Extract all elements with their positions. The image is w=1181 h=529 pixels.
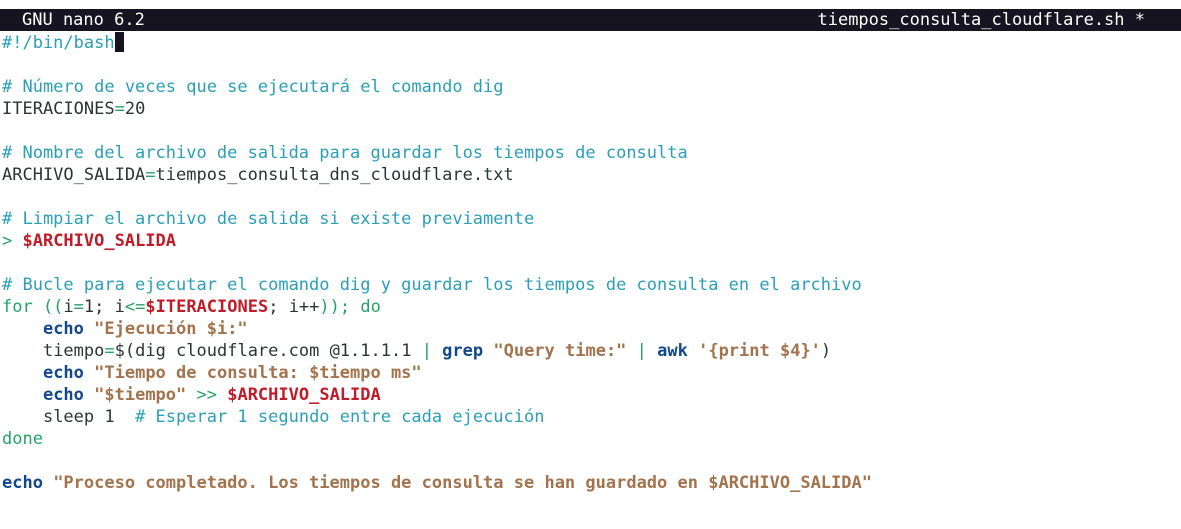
var-name: ARCHIVO_SALIDA: [2, 165, 146, 185]
comment-loop: # Bucle para ejecutar el comando dig y g…: [2, 275, 862, 295]
assign-op: =: [114, 99, 125, 119]
var-name: ITERACIONES: [2, 99, 115, 119]
string-literal: '{print $4}': [687, 341, 821, 361]
echo-keyword: echo: [42, 385, 84, 405]
code-line-16[interactable]: echo "Tiempo de consulta: $tiempo ms": [2, 362, 1181, 384]
code-line-5[interactable]: [2, 120, 1181, 142]
for-keyword: for ((: [2, 297, 64, 317]
compare-op: <=: [124, 297, 146, 317]
code-line-6[interactable]: # Nombre del archivo de salida para guar…: [2, 142, 1181, 164]
file-name: tiempos_consulta_cloudflare.sh *: [817, 10, 1145, 30]
text-cursor: [114, 32, 124, 52]
pipe-op: |: [626, 341, 658, 361]
echo-keyword: echo: [2, 473, 43, 493]
dig-command: dig cloudflare.com @1.1.1.1: [135, 341, 422, 361]
sleep-command: sleep 1: [42, 407, 136, 427]
semicolon: ;: [268, 297, 289, 317]
done-keyword: done: [2, 429, 43, 449]
code-line-19[interactable]: done: [2, 428, 1181, 450]
var-value: tiempos_consulta_dns_cloudflare.txt: [155, 165, 514, 185]
assign-op: =: [145, 165, 156, 185]
code-line-3[interactable]: # Número de veces que se ejecutará el co…: [2, 76, 1181, 98]
grep-keyword: grep: [442, 341, 484, 361]
append-redirect-op: >>: [186, 385, 228, 405]
echo-keyword: echo: [42, 363, 84, 383]
code-line-14[interactable]: echo "Ejecución $i:": [2, 318, 1181, 340]
code-line-20[interactable]: [2, 450, 1181, 472]
awk-keyword: awk: [657, 341, 688, 361]
code-line-17[interactable]: echo "$tiempo" >> $ARCHIVO_SALIDA: [2, 384, 1181, 406]
command-substitution-open: $(: [114, 341, 136, 361]
code-line-11[interactable]: [2, 252, 1181, 274]
code-line-13[interactable]: for ((i=1; i<=$ITERACIONES; i++)); do: [2, 296, 1181, 318]
var-reference: $ARCHIVO_SALIDA: [22, 231, 177, 251]
comment-clear-file: # Limpiar el archivo de salida si existe…: [2, 209, 535, 229]
code-line-1[interactable]: #!/bin/bash: [2, 32, 1181, 54]
var-reference: $ARCHIVO_SALIDA: [227, 385, 381, 405]
code-line-21[interactable]: echo "Proceso completado. Los tiempos de…: [2, 472, 1181, 494]
string-literal: "Tiempo de consulta: $tiempo ms": [83, 363, 422, 383]
comment-output-file: # Nombre del archivo de salida para guar…: [2, 143, 688, 163]
shebang: #!/bin/bash: [2, 33, 115, 53]
comment-iterations: # Número de veces que se ejecutará el co…: [2, 77, 504, 97]
loop-var: i: [114, 297, 125, 317]
code-line-7[interactable]: ARCHIVO_SALIDA=tiempos_consulta_dns_clou…: [2, 164, 1181, 186]
terminal-screen: GNU nano 6.2 tiempos_consulta_cloudflare…: [0, 0, 1181, 529]
code-line-15[interactable]: tiempo=$(dig cloudflare.com @1.1.1.1 | g…: [2, 340, 1181, 362]
code-line-8[interactable]: [2, 186, 1181, 208]
string-literal: "Proceso completado. Los tiempos de cons…: [42, 473, 872, 493]
loop-increment: i++: [288, 297, 320, 317]
command-substitution-close: ): [820, 341, 832, 361]
loop-var: i: [63, 297, 74, 317]
inline-comment: # Esperar 1 segundo entre cada ejecución: [135, 407, 545, 427]
nano-version: GNU nano 6.2: [22, 10, 145, 30]
loop-init: 1;: [83, 297, 115, 317]
code-line-9[interactable]: # Limpiar el archivo de salida si existe…: [2, 208, 1181, 230]
var-value: 20: [124, 99, 146, 119]
code-line-2[interactable]: [2, 54, 1181, 76]
code-line-10[interactable]: > $ARCHIVO_SALIDA: [2, 230, 1181, 252]
var-reference: $ITERACIONES: [145, 297, 269, 317]
editor-buffer[interactable]: #!/bin/bash # Número de veces que se eje…: [2, 32, 1181, 494]
echo-keyword: echo: [42, 319, 84, 339]
redirect-op: >: [2, 231, 23, 251]
string-literal: "$tiempo": [83, 385, 187, 405]
code-line-18[interactable]: sleep 1 # Esperar 1 segundo entre cada e…: [2, 406, 1181, 428]
pipe-op: |: [421, 341, 443, 361]
nano-titlebar: GNU nano 6.2 tiempos_consulta_cloudflare…: [0, 9, 1181, 31]
code-line-4[interactable]: ITERACIONES=20: [2, 98, 1181, 120]
string-literal: "Query time:": [483, 341, 627, 361]
loop-close: )); do: [319, 297, 381, 317]
string-literal: "Ejecución $i:": [83, 319, 248, 339]
var-name: tiempo: [42, 341, 105, 361]
code-line-12[interactable]: # Bucle para ejecutar el comando dig y g…: [2, 274, 1181, 296]
assign-op: =: [73, 297, 84, 317]
assign-op: =: [104, 341, 115, 361]
